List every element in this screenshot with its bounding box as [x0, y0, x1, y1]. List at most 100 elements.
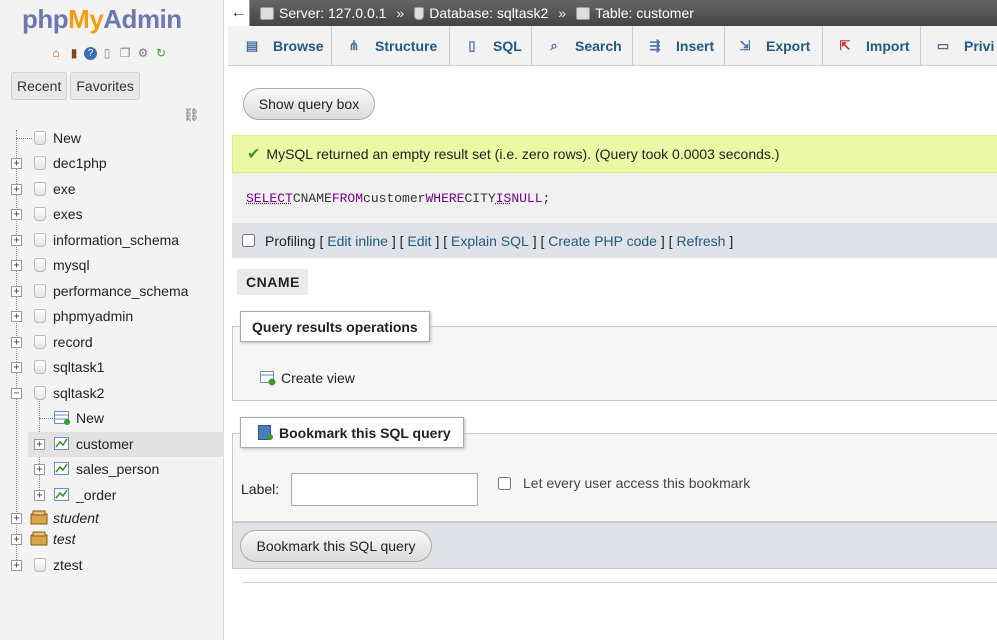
bookmark-submit-button[interactable]: Bookmark this SQL query	[240, 530, 432, 562]
show-query-box-button[interactable]: Show query box	[243, 88, 375, 120]
sql-keyword[interactable]: SELECT	[246, 191, 293, 206]
breadcrumb-label[interactable]: Table: customer	[595, 5, 694, 21]
reload-icon[interactable]: ↻	[153, 45, 169, 61]
home-icon[interactable]: ⌂	[48, 45, 64, 61]
tree-item-table[interactable]: + sales_person	[0, 457, 224, 482]
tree-item-database[interactable]: + test	[0, 527, 224, 552]
recent-tab[interactable]: Recent	[11, 72, 68, 100]
bookmark-label-input[interactable]	[291, 473, 478, 506]
tree-item-label[interactable]: mysql	[53, 257, 90, 273]
expand-icon[interactable]: +	[11, 209, 22, 220]
tree-item-new[interactable]: New	[0, 126, 224, 151]
breadcrumb-database[interactable]: Database: sqltask2	[414, 5, 548, 21]
tree-item-new-table[interactable]: New	[0, 406, 224, 431]
tree-item-database[interactable]: + exes	[0, 202, 224, 227]
tree-item-database[interactable]: + phpmyadmin	[0, 304, 224, 329]
copy-icon[interactable]: ❐	[117, 45, 133, 61]
expand-icon[interactable]: +	[11, 534, 22, 545]
expand-icon[interactable]: +	[34, 439, 45, 450]
edit-inline-link[interactable]: Edit inline	[327, 233, 388, 249]
tab-insert[interactable]: ⇶ Insert	[633, 26, 725, 65]
tab-label: Search	[575, 38, 622, 54]
every-user-checkbox[interactable]	[498, 476, 511, 490]
bracket: ]	[532, 232, 537, 249]
expand-icon[interactable]: +	[11, 235, 22, 246]
expand-icon[interactable]: +	[34, 490, 45, 501]
breadcrumb-table[interactable]: Table: customer	[576, 5, 694, 21]
breadcrumb-server[interactable]: Server: 127.0.0.1	[260, 5, 386, 21]
tab-browse[interactable]: ▤ Browse	[228, 26, 332, 65]
expand-icon[interactable]: +	[11, 311, 22, 322]
result-column-header[interactable]: CNAME	[237, 269, 308, 295]
expand-icon[interactable]: +	[11, 286, 22, 297]
tree-branch	[39, 418, 53, 419]
favorites-tab[interactable]: Favorites	[70, 72, 140, 100]
expand-icon[interactable]: +	[11, 560, 22, 571]
tree-item-database[interactable]: + performance_schema	[0, 279, 224, 304]
database-icon	[34, 182, 46, 196]
tree-item-label[interactable]: _order	[76, 487, 116, 503]
sql-query-display[interactable]: SELECT CNAME FROM customer WHERE CITY IS…	[232, 173, 997, 223]
tree-item-label[interactable]: exe	[53, 181, 76, 197]
quick-links: ⌂ ▮ ? ▯ ❐ ⚙ ↻	[48, 45, 169, 61]
expand-icon[interactable]: +	[11, 513, 22, 524]
settings-icon[interactable]: ⚙	[135, 45, 151, 61]
tree-item-database[interactable]: + information_schema	[0, 228, 224, 253]
create-php-code-link[interactable]: Create PHP code	[548, 233, 657, 249]
link-with-main-panel-icon[interactable]: ⛓	[183, 107, 200, 122]
breadcrumb-label[interactable]: Server: 127.0.0.1	[279, 5, 386, 21]
explain-sql-link[interactable]: Explain SQL	[451, 233, 529, 249]
every-user-option[interactable]: Let every user access this bookmark	[498, 475, 750, 491]
server-icon	[260, 6, 274, 20]
tree-item-label[interactable]: customer	[76, 436, 134, 452]
tree-item-label[interactable]: record	[53, 334, 93, 350]
tree-item-database[interactable]: + dec1php	[0, 151, 224, 176]
expand-icon[interactable]: +	[11, 260, 22, 271]
back-arrow-icon[interactable]: ←	[228, 0, 250, 26]
help-icon[interactable]: ?	[84, 47, 97, 60]
collapse-icon[interactable]: −	[11, 388, 22, 399]
tree-item-label[interactable]: ztest	[53, 557, 83, 573]
tab-export[interactable]: ⇲ Export	[725, 26, 823, 65]
tree-item-label[interactable]: sqltask2	[53, 385, 104, 401]
tree-item-database[interactable]: + exe	[0, 177, 224, 202]
tree-item-label[interactable]: New	[76, 410, 104, 426]
expand-icon[interactable]: +	[11, 337, 22, 348]
tab-search[interactable]: ⌕ Search	[532, 26, 633, 65]
sql-keyword[interactable]: IS	[496, 191, 512, 206]
tree-item-table[interactable]: + _order	[0, 483, 224, 508]
tree-item-database[interactable]: + sqltask1	[0, 355, 224, 380]
expand-icon[interactable]: +	[11, 158, 22, 169]
expand-icon[interactable]: +	[34, 464, 45, 475]
tree-item-label[interactable]: sqltask1	[53, 359, 104, 375]
tree-item-label[interactable]: information_schema	[53, 232, 179, 248]
tree-item-label[interactable]: dec1php	[53, 155, 107, 171]
breadcrumb-label[interactable]: Database: sqltask2	[429, 5, 548, 21]
tree-item-label[interactable]: test	[53, 531, 76, 547]
tree-item-label[interactable]: performance_schema	[53, 283, 188, 299]
tree-item-database[interactable]: + mysql	[0, 253, 224, 278]
refresh-link[interactable]: Refresh	[676, 233, 725, 249]
tree-item-label[interactable]: phpmyadmin	[53, 308, 133, 324]
tab-privileges[interactable]: ▭ Privi	[921, 26, 997, 65]
tab-sql[interactable]: ▯ SQL	[450, 26, 532, 65]
create-view-link[interactable]: Create view	[260, 370, 355, 386]
docs-icon[interactable]: ▯	[99, 45, 115, 61]
tree-item-database[interactable]: + record	[0, 330, 224, 355]
tab-import[interactable]: ⇱ Import	[823, 26, 921, 65]
tree-item-database[interactable]: + ztest	[0, 553, 224, 578]
expand-icon[interactable]: +	[11, 184, 22, 195]
tree-item-database-expanded[interactable]: − sqltask2	[0, 381, 224, 406]
sql-keyword: FROM	[331, 190, 364, 206]
edit-link[interactable]: Edit	[407, 233, 431, 249]
tree-item-label[interactable]: sales_person	[76, 461, 159, 477]
tree-item-label[interactable]: student	[53, 510, 99, 526]
profiling-checkbox[interactable]	[242, 234, 255, 247]
logout-icon[interactable]: ▮	[66, 45, 82, 61]
phpmyadmin-logo[interactable]: phpMyAdmin	[22, 4, 182, 35]
database-icon	[34, 360, 46, 374]
tree-item-label[interactable]: exes	[53, 206, 83, 222]
tree-item-table-customer[interactable]: + customer	[28, 432, 224, 457]
expand-icon[interactable]: +	[11, 362, 22, 373]
tab-structure[interactable]: ⋔ Structure	[332, 26, 450, 65]
